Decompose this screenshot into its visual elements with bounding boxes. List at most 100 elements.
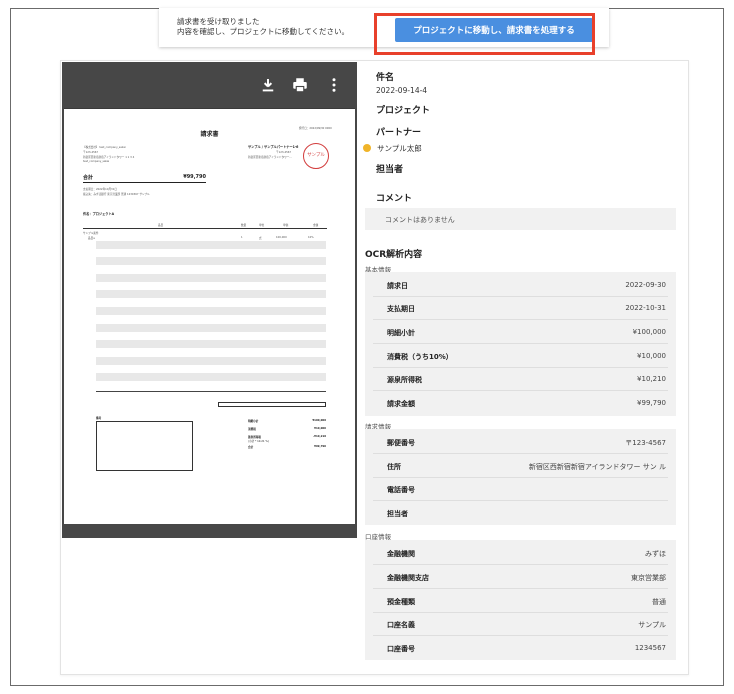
basic-key: 請求日	[387, 282, 408, 290]
print-icon[interactable]	[291, 76, 309, 94]
bank-key: 金融機関支店	[387, 574, 429, 582]
basic-info-box: 請求日 2022-09-30 支払期日 2022-10-31 明細小計 ¥100,00…	[365, 272, 676, 416]
doc-empty-row	[96, 340, 326, 348]
doc-empty-row	[96, 241, 326, 249]
notice-line-1: 請求書を受け取りました	[177, 17, 260, 26]
doc-empty-row	[96, 274, 326, 282]
billing-row: 担当者	[365, 502, 676, 525]
divider	[373, 453, 668, 454]
doc-customer-zip: 〒123-4567	[83, 151, 99, 154]
basic-value: ¥99,790	[637, 399, 666, 407]
doc-row-price: 100,000	[276, 236, 287, 239]
col-qty: 数量	[241, 224, 247, 227]
bank-key: 金融機関	[387, 550, 415, 558]
billing-key: 電話番号	[387, 486, 415, 494]
bank-info-box: 金融機関 みずほ 金融機関支店 東京営業部 預金種類 普通 口座名義 サンプル 口座番号…	[365, 540, 676, 660]
basic-key: 明細小計	[387, 329, 415, 337]
doc-issuer-name: サンプル / サンプルパートナー1-6	[248, 145, 299, 149]
doc-sum-tax-label: 消費税	[248, 428, 256, 431]
doc-bank-line: 振込先：みずほ銀行 東京営業部 普通 1234567 サンプル	[83, 193, 150, 196]
billing-key: 住所	[387, 463, 401, 471]
comment-box: コメントはありません	[365, 208, 676, 230]
doc-empty-row	[96, 307, 326, 315]
basic-row: 明細小計 ¥100,000	[365, 321, 676, 344]
basic-row: 消費税（うち10%） ¥10,000	[365, 345, 676, 368]
bank-value: みずほ	[645, 550, 666, 558]
basic-value: ¥100,000	[632, 328, 666, 336]
bank-row: 金融機関 みずほ	[365, 542, 676, 565]
divider	[373, 500, 668, 501]
doc-customer-addr: 新宿区西新宿新宿アイランドタワー 1 1 3 4	[83, 156, 135, 159]
doc-empty-row	[96, 290, 326, 298]
company-seal-stamp: サンプル	[303, 143, 329, 169]
doc-sum-subtotal-label: 明細小計	[248, 420, 259, 423]
viewer-toolbar	[247, 62, 357, 110]
doc-empty-row	[96, 324, 326, 332]
doc-memo-label: 備考	[96, 417, 102, 420]
billing-key: 郵便番号	[387, 439, 415, 447]
partner-heading: パートナー	[376, 128, 422, 138]
doc-sum-total: 合計 ¥99,790	[248, 445, 326, 449]
doc-title: 請求書	[200, 131, 219, 138]
doc-table-header: 品目 数量 単位 単価 金額	[83, 223, 327, 229]
bank-value: 1234567	[634, 644, 666, 652]
doc-total-label: 合計	[83, 175, 94, 181]
doc-tax-summary-box	[218, 402, 326, 407]
bank-row: 口座名義 サンプル	[365, 613, 676, 636]
basic-value: 2022-09-30	[625, 281, 666, 289]
doc-row-group: サンプル案件	[83, 232, 99, 235]
bank-key: 口座番号	[387, 645, 415, 653]
download-icon[interactable]	[259, 76, 277, 94]
invoice-pdf-page: 請求書 発行日：2022/09/30 0000 【株式会社】 test_comp…	[64, 108, 355, 524]
doc-row-amount: 10%	[308, 236, 314, 239]
bank-row: 預金種類 普通	[365, 590, 676, 613]
divider	[373, 564, 668, 565]
basic-value: 2022-10-31	[625, 304, 666, 312]
doc-sum-tax: 消費税 ¥10,000	[248, 427, 326, 431]
basic-row: 請求日 2022-09-30	[365, 274, 676, 297]
basic-key: 源泉所得税	[387, 376, 422, 384]
doc-sum-total-value: ¥99,790	[314, 445, 326, 448]
subject-value: 2022-09-14-4	[376, 86, 428, 95]
partner-value[interactable]: サンプル太郎	[377, 143, 422, 154]
more-vert-icon[interactable]	[325, 76, 343, 94]
billing-key: 担当者	[387, 510, 408, 518]
doc-table-bottom-line	[96, 391, 326, 392]
billing-info-box: 郵便番号 〒123-4567 住所 新宿区西新宿新宿アイランドタワー サン ル 電話…	[365, 429, 676, 525]
doc-subject: 件名：プロジェクトA	[83, 212, 115, 216]
doc-sum-withholding-sub: (小計 * 10.21 %)	[248, 440, 269, 443]
bank-row: 口座番号 1234567	[365, 637, 676, 660]
divider	[373, 343, 668, 344]
billing-row: 郵便番号 〒123-4567	[365, 431, 676, 454]
notice-text: 請求書を受け取りました 内容を確認し、プロジェクトに移動してください。	[177, 17, 349, 37]
bank-value: サンプル	[638, 621, 666, 629]
comment-empty-text: コメントはありません	[385, 216, 455, 224]
billing-row: 電話番号	[365, 478, 676, 501]
doc-issuer-addr: 新宿区西新宿新宿アイランドタワー…	[248, 156, 292, 159]
doc-customer-name: 【株式会社】 test_company_sakai	[83, 146, 126, 149]
bank-key: 口座名義	[387, 621, 415, 629]
basic-value: ¥10,000	[637, 352, 666, 360]
divider	[373, 319, 668, 320]
bank-row: 金融機関支店 東京営業部	[365, 566, 676, 589]
doc-row-item: 品目a	[88, 237, 95, 240]
ocr-heading: OCR解析内容	[365, 250, 423, 260]
doc-row-qty: 1	[241, 236, 243, 239]
divider	[373, 390, 668, 391]
doc-memo-box	[96, 421, 193, 471]
billing-value: 〒123-4567	[625, 439, 666, 447]
basic-value: ¥10,210	[637, 375, 666, 383]
doc-sum-wh-value: -¥10,210	[313, 435, 326, 438]
doc-row-unit: 式	[259, 237, 262, 240]
billing-row: 住所 新宿区西新宿新宿アイランドタワー サン ル	[365, 455, 676, 478]
basic-row: 源泉所得税 ¥10,210	[365, 368, 676, 391]
basic-key: 支払期日	[387, 305, 415, 313]
doc-empty-row	[96, 257, 326, 265]
divider	[373, 588, 668, 589]
basic-key: 消費税（うち10%）	[387, 353, 453, 361]
bank-value: 普通	[652, 598, 666, 606]
comment-heading: コメント	[376, 194, 413, 204]
doc-sum-subtotal: 明細小計 ¥100,000	[248, 419, 326, 423]
doc-sum-total-label: 合計	[248, 446, 254, 449]
doc-sum-subtotal-value: ¥100,000	[312, 419, 326, 422]
